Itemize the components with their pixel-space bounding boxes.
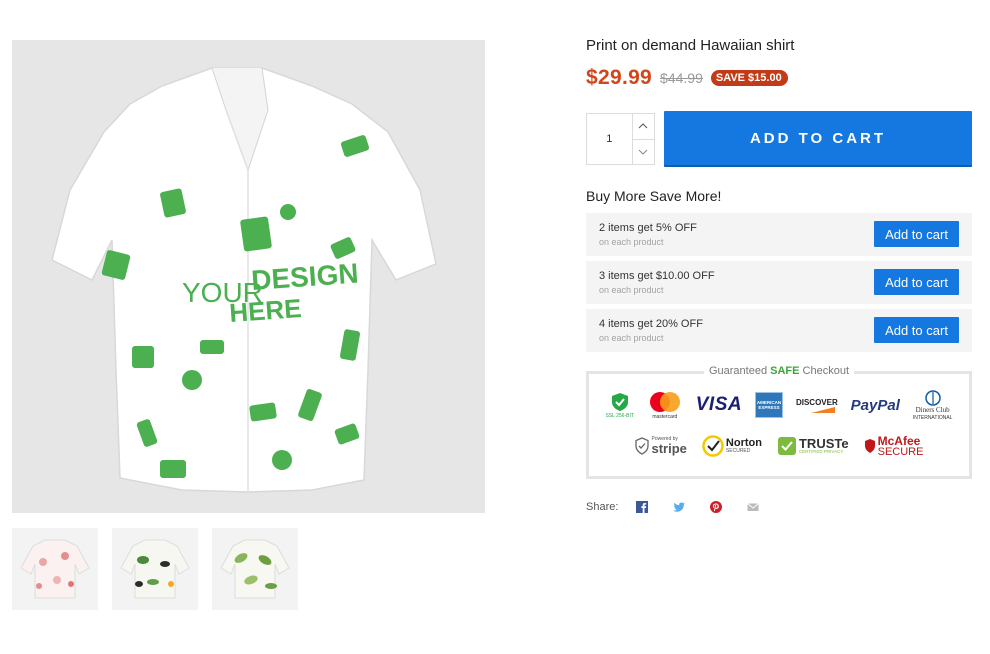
facebook-icon[interactable] bbox=[635, 500, 649, 514]
discover-stripe-icon bbox=[810, 406, 835, 413]
paypal-badge: PayPal bbox=[850, 396, 900, 414]
ssl-badge: SSL 256-BIT bbox=[605, 392, 634, 419]
thumbnail-3[interactable] bbox=[212, 528, 298, 610]
quantity-stepper: 1 bbox=[586, 113, 655, 165]
toucan-shirt-thumbnail bbox=[120, 539, 190, 599]
price-row: $29.99 $44.99 SAVE $15.00 bbox=[586, 66, 788, 90]
product-title: Print on demand Hawaiian shirt bbox=[586, 37, 795, 54]
visa-badge: VISA bbox=[695, 394, 743, 415]
tier-subtext: on each product bbox=[599, 237, 664, 247]
amex-badge: AMERICAN EXPRESS bbox=[755, 392, 784, 418]
payment-badges-row: SSL 256-BIT mastercard VISA AMERICAN EXP… bbox=[589, 388, 969, 422]
chevron-up-icon bbox=[638, 123, 648, 129]
compare-price: $44.99 bbox=[660, 70, 703, 86]
diners-club-badge: Diners Club INTERNATIONAL bbox=[913, 389, 952, 421]
svg-text:HERE: HERE bbox=[228, 293, 302, 328]
tier-subtext: on each product bbox=[599, 333, 664, 343]
add-to-cart-button[interactable]: ADD TO CART bbox=[664, 111, 972, 165]
share-bar: Share: bbox=[586, 500, 783, 514]
leaf-shirt-thumbnail bbox=[220, 539, 290, 599]
tier-name: 3 items get $10.00 OFF bbox=[599, 270, 715, 282]
bundle-tier: 4 items get 20% OFF on each product Add … bbox=[586, 309, 972, 352]
truste-icon bbox=[777, 437, 796, 455]
tier-name: 2 items get 5% OFF bbox=[599, 222, 697, 234]
tier-add-to-cart-button[interactable]: Add to cart bbox=[874, 317, 959, 343]
flamingo-shirt-thumbnail bbox=[20, 539, 90, 599]
thumbnail-2[interactable] bbox=[112, 528, 198, 610]
thumbnail-strip bbox=[12, 528, 298, 610]
diners-club-icon bbox=[924, 389, 941, 406]
mcafee-badge: McAfee SECURE bbox=[864, 435, 923, 458]
safe-checkout-box: Guaranteed SAFE Checkout SSL 256-BIT mas… bbox=[586, 365, 972, 479]
email-icon[interactable] bbox=[746, 500, 760, 514]
shield-icon bbox=[634, 437, 649, 455]
tier-subtext: on each product bbox=[599, 285, 664, 295]
sale-price: $29.99 bbox=[586, 66, 653, 89]
stripe-badge: Powered by stripe bbox=[634, 437, 687, 455]
tier-add-to-cart-button[interactable]: Add to cart bbox=[874, 269, 959, 295]
chevron-down-icon bbox=[638, 149, 648, 155]
bundle-title: Buy More Save More! bbox=[586, 188, 722, 204]
quantity-input[interactable]: 1 bbox=[587, 114, 632, 164]
quantity-increase-button[interactable] bbox=[633, 114, 654, 139]
bundle-tiers: 2 items get 5% OFF on each product Add t… bbox=[586, 213, 972, 357]
safe-checkout-legend: Guaranteed SAFE Checkout bbox=[703, 365, 855, 377]
shield-check-icon bbox=[611, 392, 628, 411]
mastercard-badge: mastercard bbox=[647, 391, 683, 420]
quantity-decrease-button[interactable] bbox=[632, 138, 654, 165]
main-product-image[interactable]: YOUR DESIGN HERE bbox=[12, 40, 485, 513]
shirt-image: YOUR DESIGN HERE bbox=[51, 67, 437, 493]
save-badge: SAVE $15.00 bbox=[710, 70, 788, 86]
discover-badge: DISCOVER bbox=[796, 398, 838, 413]
bundle-tier: 2 items get 5% OFF on each product Add t… bbox=[586, 213, 972, 256]
thumbnail-1[interactable] bbox=[12, 528, 98, 610]
norton-badge: Norton SECURED bbox=[702, 435, 762, 457]
truste-badge: TRUSTe CERTIFIED PRIVACY bbox=[777, 436, 849, 456]
twitter-icon[interactable] bbox=[672, 500, 686, 514]
pinterest-icon[interactable] bbox=[709, 500, 723, 514]
mastercard-icon bbox=[649, 391, 680, 412]
share-label: Share: bbox=[586, 501, 619, 513]
mcafee-shield-icon bbox=[864, 439, 875, 453]
tier-name: 4 items get 20% OFF bbox=[599, 318, 703, 330]
tier-add-to-cart-button[interactable]: Add to cart bbox=[874, 221, 959, 247]
bundle-tier: 3 items get $10.00 OFF on each product A… bbox=[586, 261, 972, 304]
security-badges-row: Powered by stripe Norton SECURED TRUSTe … bbox=[589, 430, 969, 462]
norton-check-icon bbox=[702, 435, 724, 457]
